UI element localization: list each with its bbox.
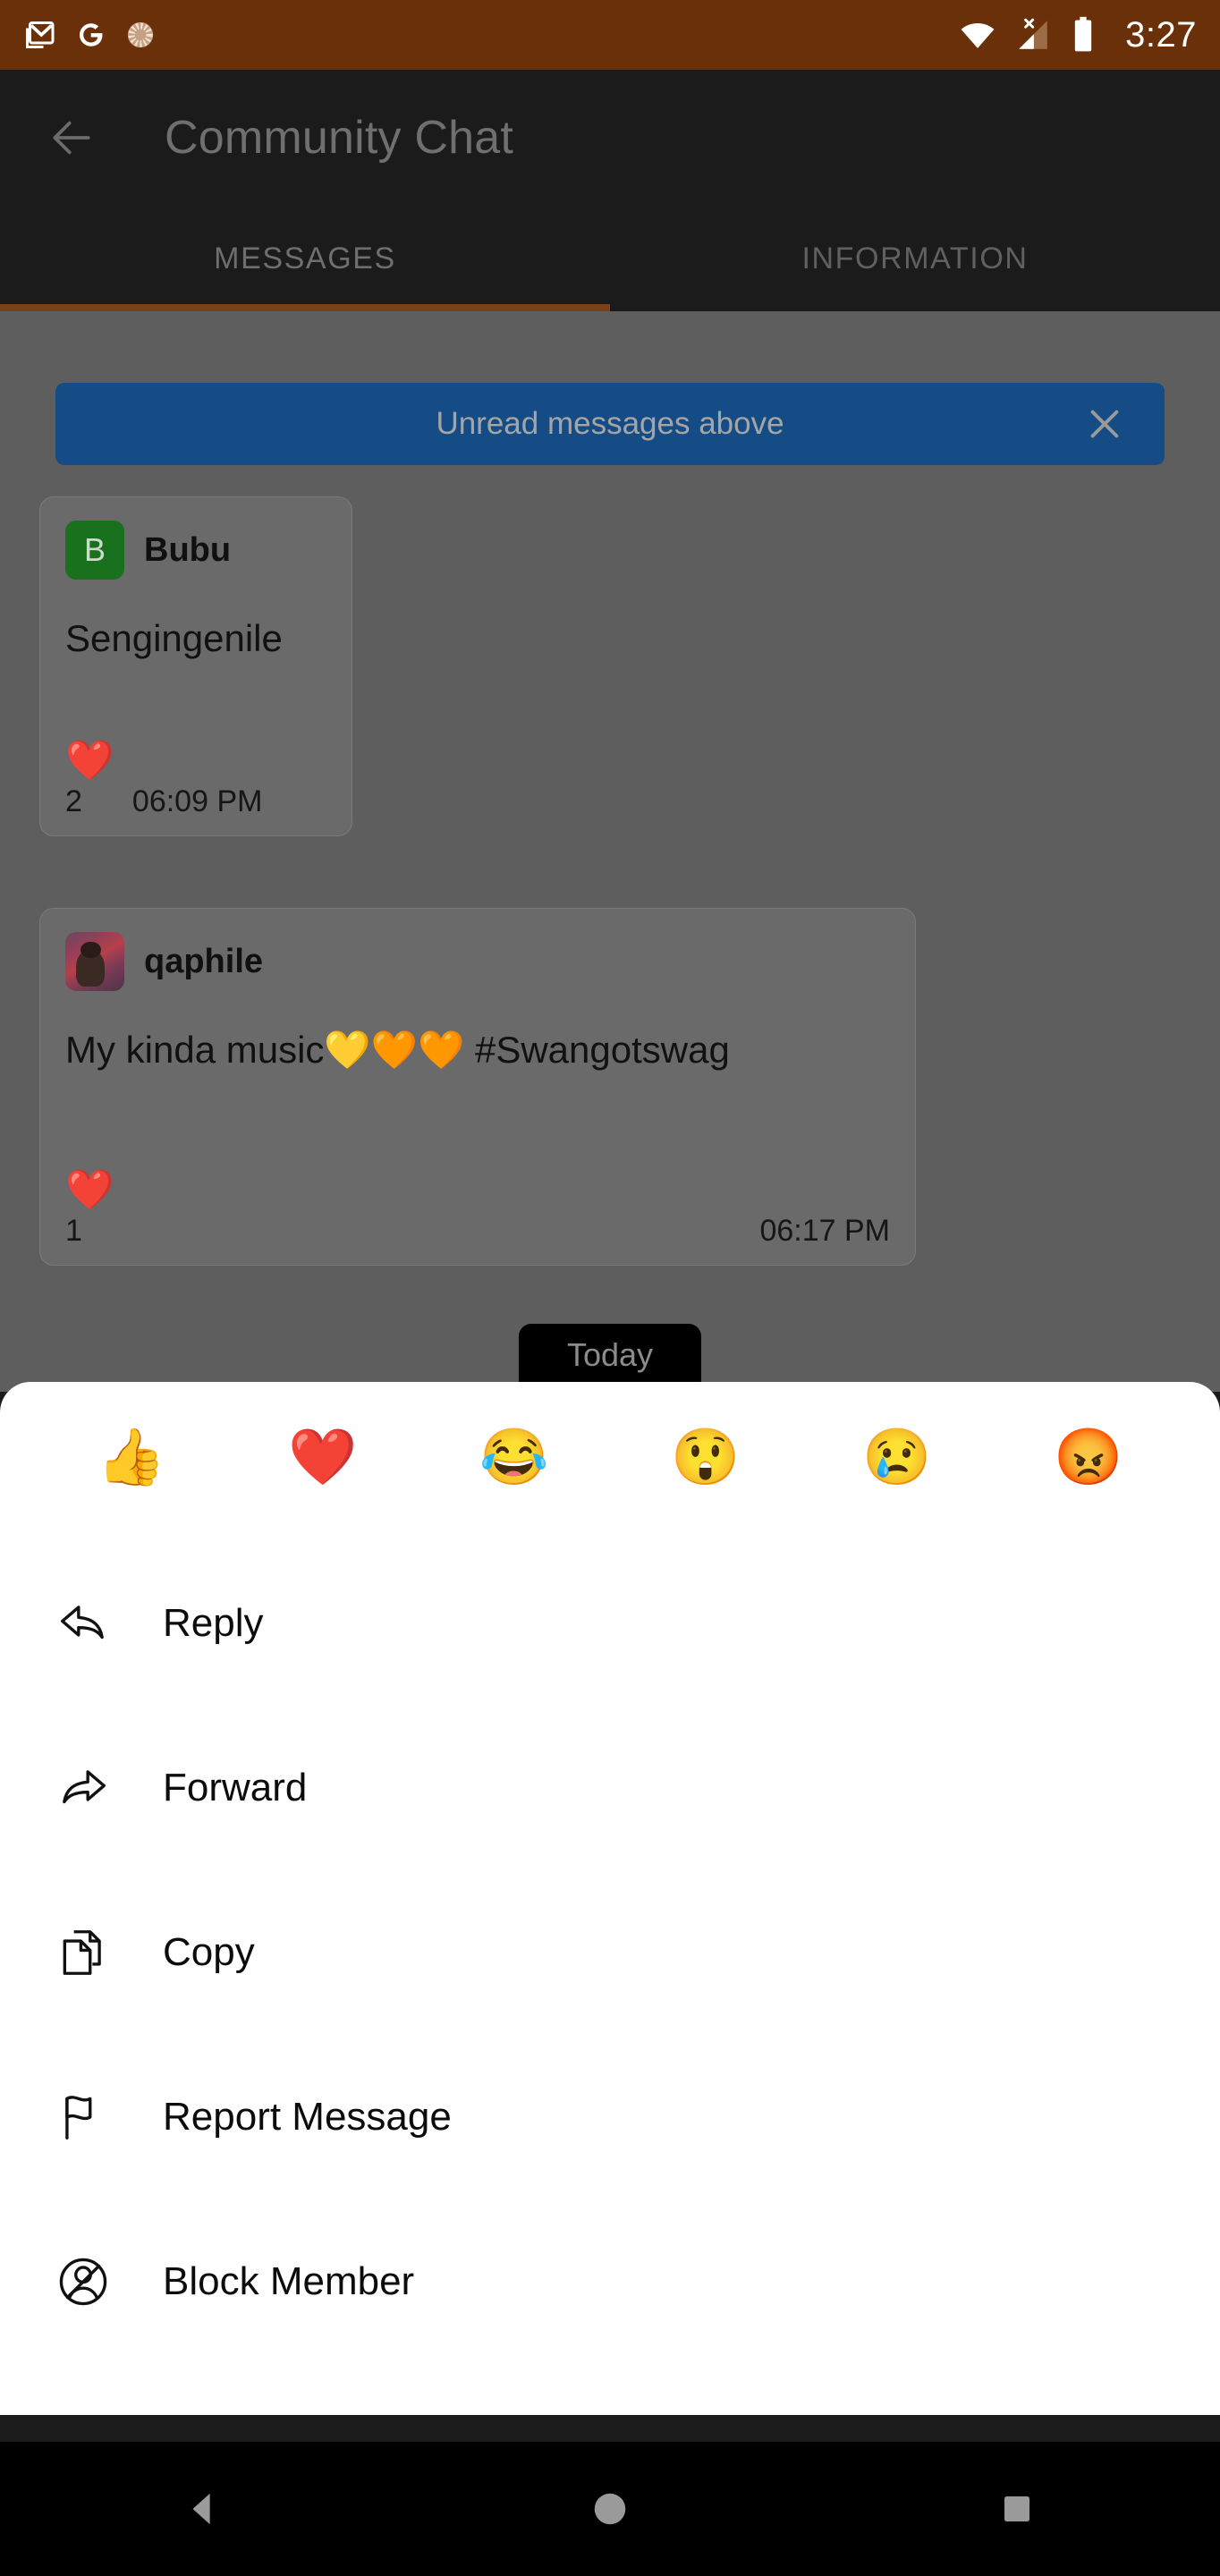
page-title: Community Chat — [165, 112, 514, 164]
tab-bar: MESSAGES INFORMATION — [0, 206, 1220, 311]
status-bar: 3:27 — [0, 0, 1220, 70]
message-text: My kinda music💛🧡🧡 #Swangotswag — [65, 1029, 730, 1071]
sync-progress-icon — [127, 21, 154, 48]
reaction-count: 2 — [65, 784, 82, 818]
back-triangle-icon — [192, 2493, 210, 2525]
crying-face-emoji[interactable]: 😢 — [801, 1430, 993, 1486]
status-bar-right-icons: 3:27 — [959, 15, 1197, 55]
message-actions-sheet: 👍 ❤️ 😂 😲 😢 😡 Reply Forward Copy Report M… — [0, 1382, 1220, 2415]
message-sender-name: Bubu — [144, 530, 232, 569]
menu-item-forward[interactable]: Forward — [0, 1706, 1220, 1870]
reaction-row[interactable]: ❤️ — [65, 1171, 890, 1210]
menu-item-label: Forward — [163, 1766, 308, 1809]
heart-reaction-icon[interactable]: ❤️ — [65, 1171, 114, 1210]
message-header: qaphile — [65, 932, 890, 991]
menu-item-label: Reply — [163, 1601, 264, 1645]
red-heart-emoji[interactable]: ❤️ — [227, 1430, 419, 1486]
home-button[interactable] — [538, 2442, 682, 2576]
status-bar-left-icons — [23, 19, 156, 51]
phone-screen: 3:27 Community Chat MESSAGES INFORMATION… — [0, 0, 1220, 2576]
message-timestamp: 06:17 PM — [759, 1214, 890, 1248]
menu-item-copy[interactable]: Copy — [0, 1870, 1220, 2035]
message-footer: ❤️ 2 06:09 PM — [65, 741, 326, 819]
copy-icon — [55, 1925, 111, 1980]
heart-reaction-icon[interactable]: ❤️ — [65, 741, 114, 781]
unread-messages-banner[interactable]: Unread messages above — [55, 383, 1165, 465]
reply-arrow-icon — [55, 1596, 111, 1651]
message-sender-name: qaphile — [144, 942, 264, 980]
message-text: Sengingenile — [65, 617, 283, 659]
message-footer: ❤️ 1 06:17 PM — [65, 1171, 890, 1249]
block-member-icon — [55, 2254, 111, 2309]
app-bar: Community Chat — [0, 70, 1220, 206]
thumbs-up-emoji[interactable]: 👍 — [36, 1430, 227, 1486]
menu-item-label: Copy — [163, 1930, 255, 1974]
status-bar-clock: 3:27 — [1125, 14, 1197, 55]
recents-square-icon — [1004, 2496, 1029, 2521]
astonished-face-emoji[interactable]: 😲 — [610, 1430, 801, 1486]
reaction-row[interactable]: ❤️ — [65, 741, 326, 781]
reaction-picker-row: 👍 ❤️ 😂 😲 😢 😡 — [0, 1382, 1220, 1534]
tab-messages[interactable]: MESSAGES — [0, 206, 610, 311]
pouting-face-emoji[interactable]: 😡 — [993, 1430, 1184, 1486]
gmail-icon — [26, 21, 55, 48]
message-header: B Bubu — [65, 521, 326, 580]
avatar[interactable] — [65, 932, 124, 991]
cellular-no-service-icon — [1019, 18, 1047, 49]
back-arrow-icon[interactable] — [47, 113, 97, 163]
forward-arrow-icon — [55, 1760, 111, 1816]
home-circle-icon — [594, 2493, 626, 2525]
google-icon — [79, 23, 103, 47]
tab-information[interactable]: INFORMATION — [610, 206, 1220, 311]
android-nav-bar — [0, 2442, 1220, 2576]
wifi-icon — [961, 23, 995, 48]
flag-icon — [55, 2089, 111, 2145]
battery-icon — [1074, 16, 1092, 52]
message-bubble[interactable]: qaphile My kinda music💛🧡🧡 #Swangotswag ❤… — [39, 908, 916, 1266]
avatar[interactable]: B — [65, 521, 124, 580]
face-with-tears-of-joy-emoji[interactable]: 😂 — [419, 1430, 610, 1486]
menu-item-label: Report Message — [163, 2095, 452, 2139]
menu-item-label: Block Member — [163, 2259, 415, 2303]
menu-item-block-member[interactable]: Block Member — [0, 2199, 1220, 2364]
menu-item-report-message[interactable]: Report Message — [0, 2035, 1220, 2199]
message-bubble[interactable]: B Bubu Sengingenile ❤️ 2 06:09 PM — [39, 496, 352, 836]
recents-button[interactable] — [945, 2442, 1089, 2576]
tab-active-indicator — [0, 304, 610, 311]
menu-item-reply[interactable]: Reply — [0, 1541, 1220, 1706]
reaction-count: 1 — [65, 1214, 82, 1248]
actions-menu: Reply Forward Copy Report Message Block … — [0, 1541, 1220, 2364]
message-timestamp: 06:09 PM — [131, 784, 263, 818]
back-button[interactable] — [131, 2442, 275, 2576]
unread-banner-label: Unread messages above — [436, 406, 784, 441]
close-icon[interactable] — [1084, 403, 1125, 445]
